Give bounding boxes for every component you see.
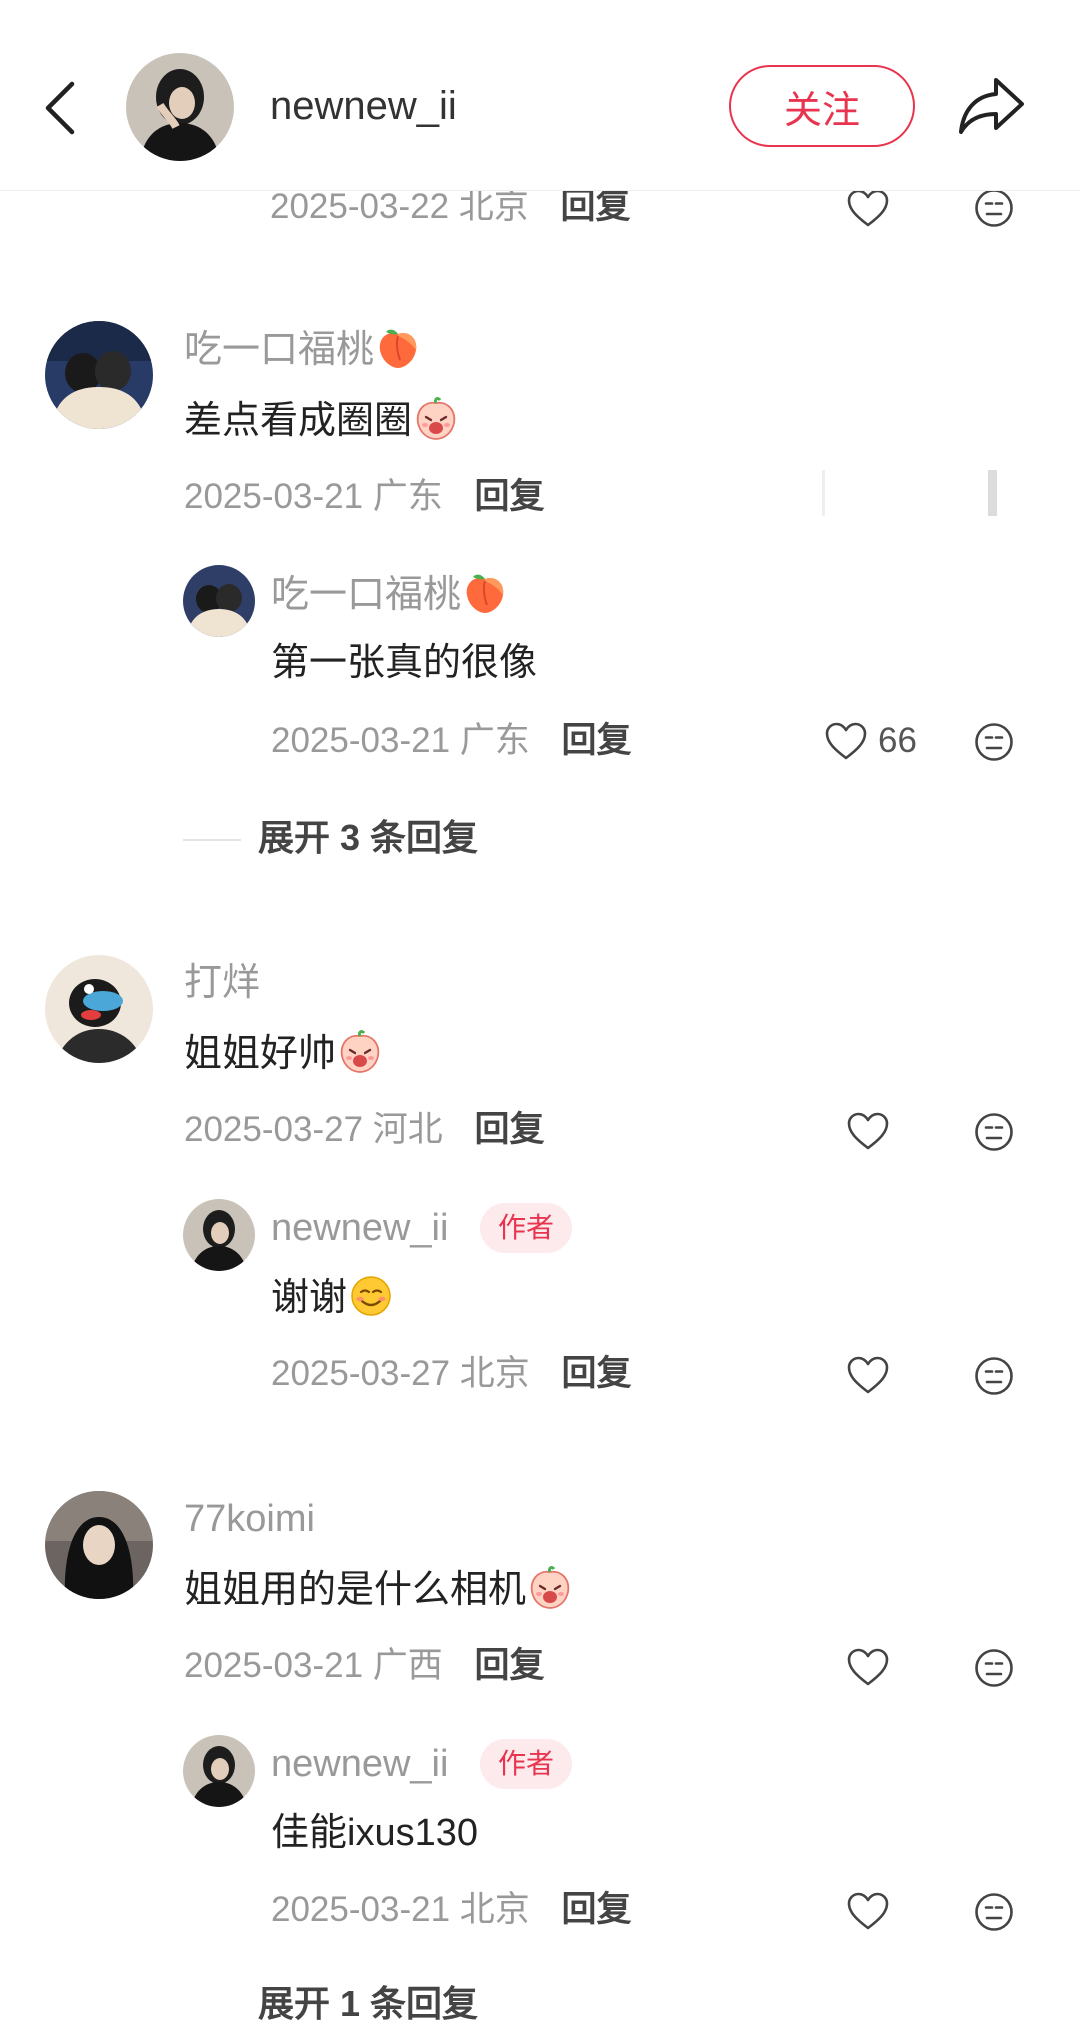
comment-text: 差点看成圈圈: [184, 397, 458, 444]
expand-replies-button[interactable]: 展开 3 条回复: [258, 816, 478, 860]
dislike-face-icon[interactable]: [974, 722, 1014, 762]
reply-text: 第一张真的很像: [271, 642, 538, 684]
reply-text: 佳能ixus130: [271, 1812, 478, 1854]
top-bar: newnew_ii 关注: [0, 0, 1080, 191]
reply-date: 2025-03-21: [271, 1890, 451, 1929]
reply-button[interactable]: 回复: [562, 1890, 632, 1929]
share-icon[interactable]: [956, 72, 1028, 138]
comment-date: 2025-03-21: [184, 1646, 364, 1685]
heart-icon[interactable]: [846, 1891, 890, 1931]
dislike-face-icon[interactable]: [974, 1356, 1014, 1396]
reply-date: 2025-03-21: [271, 721, 451, 760]
reply-avatar[interactable]: [183, 1199, 255, 1271]
reply-location: 广东: [459, 721, 530, 760]
dislike-face-icon[interactable]: [974, 1892, 1014, 1932]
heart-icon[interactable]: [846, 1111, 890, 1151]
reply-username[interactable]: newnew_ii: [271, 1741, 448, 1787]
dislike-face-icon[interactable]: [974, 1112, 1014, 1152]
reply-meta: 2025-03-21 广东 回复: [271, 720, 632, 762]
comment-text: 姐姐好帅: [184, 1030, 382, 1077]
reply-button[interactable]: 回复: [475, 1110, 545, 1149]
author-badge: 作者: [480, 1739, 573, 1789]
comment-meta: 2025-03-22 北京 回复: [270, 186, 631, 228]
peach-emoji: [463, 571, 507, 615]
commenter-username[interactable]: 77koimi: [184, 1496, 315, 1542]
expand-divider: [183, 839, 241, 841]
back-arrow-icon[interactable]: [38, 78, 86, 138]
comment-date: 2025-03-21: [184, 477, 364, 516]
reply-button[interactable]: 回复: [475, 477, 545, 516]
comment-text: 姐姐用的是什么相机: [184, 1566, 572, 1613]
heart-icon[interactable]: [846, 1647, 890, 1687]
peach-face-emoji: [528, 1566, 572, 1610]
reply-button[interactable]: 回复: [475, 1646, 545, 1685]
peach-emoji: [376, 326, 420, 370]
reply-username[interactable]: newnew_ii: [271, 1205, 448, 1251]
comment-meta: 2025-03-27 河北 回复: [184, 1109, 545, 1151]
author-username[interactable]: newnew_ii: [270, 82, 457, 130]
reply-date: 2025-03-27: [271, 1354, 451, 1393]
reply-meta: 2025-03-21 北京 回复: [271, 1889, 632, 1931]
comment-location: 广西: [372, 1646, 443, 1685]
heart-icon[interactable]: [846, 188, 890, 228]
reply-button[interactable]: 回复: [562, 1354, 632, 1393]
dislike-face-icon[interactable]: [974, 188, 1014, 228]
comment-location: 河北: [372, 1110, 443, 1149]
comment-location: 广东: [372, 477, 443, 516]
expand-replies-button[interactable]: 展开 1 条回复: [258, 1982, 478, 2026]
follow-button[interactable]: 关注: [729, 65, 915, 147]
comment-date: 2025-03-22: [270, 187, 450, 226]
reply-location: 北京: [459, 1354, 530, 1393]
comment-meta: 2025-03-21 广东 回复: [184, 476, 545, 518]
commenter-avatar[interactable]: [45, 955, 153, 1063]
reply-button[interactable]: 回复: [561, 187, 631, 226]
like-count: 66: [878, 721, 917, 760]
reply-text: 谢谢: [271, 1274, 393, 1321]
heart-icon[interactable]: [824, 721, 868, 761]
commenter-username[interactable]: 吃一口福桃: [184, 326, 420, 373]
commenter-avatar[interactable]: [45, 1491, 153, 1599]
reply-location: 北京: [459, 1890, 530, 1929]
commenter-avatar[interactable]: [45, 321, 153, 429]
peach-face-emoji: [338, 1030, 382, 1074]
loading-placeholder: [822, 470, 997, 516]
reply-meta: 2025-03-27 北京 回复: [271, 1353, 632, 1395]
peach-face-emoji: [414, 397, 458, 441]
reply-avatar[interactable]: [183, 1735, 255, 1807]
reply-avatar[interactable]: [183, 565, 255, 637]
heart-icon[interactable]: [846, 1355, 890, 1395]
comment-meta: 2025-03-21 广西 回复: [184, 1645, 545, 1687]
author-avatar[interactable]: [126, 53, 234, 161]
reply-button[interactable]: 回复: [562, 721, 632, 760]
commenter-username[interactable]: 打烊: [184, 960, 260, 1006]
dislike-face-icon[interactable]: [974, 1648, 1014, 1688]
author-badge: 作者: [480, 1203, 573, 1253]
comment-date: 2025-03-27: [184, 1110, 364, 1149]
reply-username[interactable]: 吃一口福桃: [271, 571, 507, 618]
comment-location: 北京: [458, 187, 529, 226]
smile-emoji: [349, 1274, 393, 1318]
